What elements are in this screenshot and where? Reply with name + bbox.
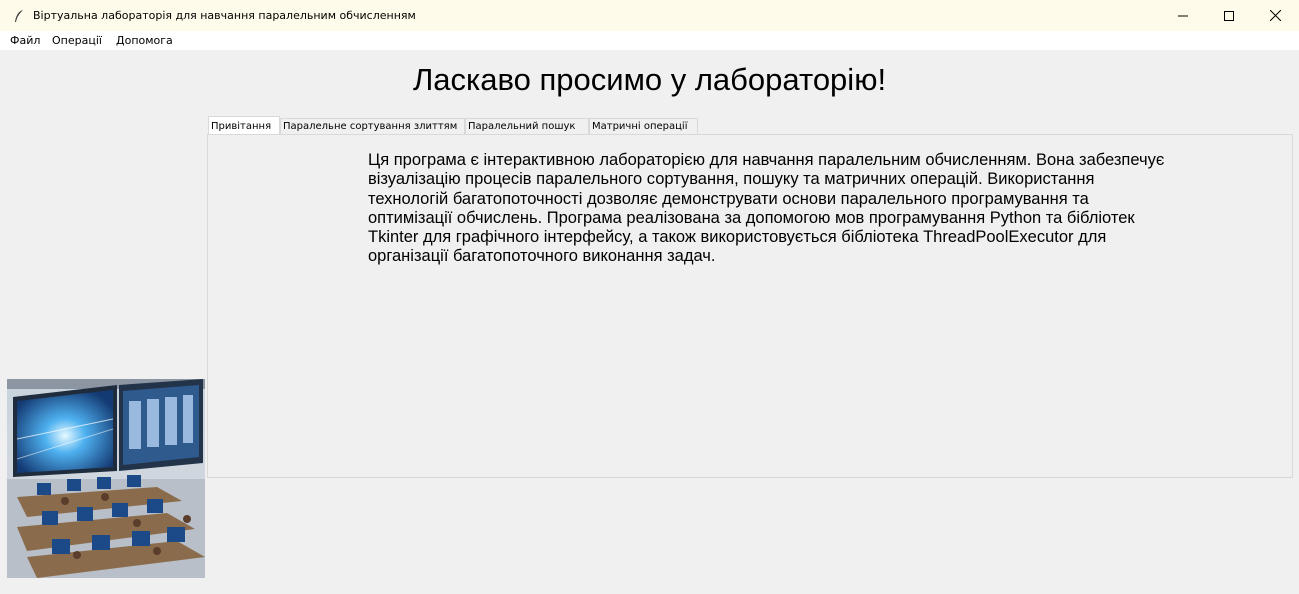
title-bar: Віртуальна лабораторія для навчання пара… — [0, 0, 1299, 31]
tab-welcome[interactable]: Привітання — [208, 116, 280, 135]
tab-merge-sort[interactable]: Паралельне сортування злиттям — [280, 118, 465, 134]
maximize-icon — [1224, 10, 1234, 21]
minimize-button[interactable] — [1160, 0, 1206, 31]
tab-matrix-operations[interactable]: Матричні операції — [589, 118, 698, 134]
welcome-text: Ця програма є інтерактивною лабораторією… — [368, 151, 1165, 266]
menu-operations[interactable]: Операції — [52, 31, 102, 50]
minimize-icon — [1178, 15, 1188, 16]
maximize-button[interactable] — [1206, 0, 1252, 31]
close-icon — [1269, 10, 1281, 21]
tab-parallel-search[interactable]: Паралельний пошук — [465, 118, 589, 134]
feather-icon — [15, 10, 23, 22]
menu-bar: Файл Операції Допомога — [0, 31, 1299, 50]
menu-help[interactable]: Допомога — [116, 31, 173, 50]
close-button[interactable] — [1252, 0, 1298, 31]
menu-file[interactable]: Файл — [10, 31, 40, 50]
tab-panel-welcome: Ця програма є інтерактивною лабораторією… — [207, 134, 1293, 478]
page-heading: Ласкаво просимо у лабораторію! — [412, 62, 887, 97]
computer-lab-illustration — [7, 379, 205, 578]
window-title: Віртуальна лабораторія для навчання пара… — [33, 9, 416, 22]
